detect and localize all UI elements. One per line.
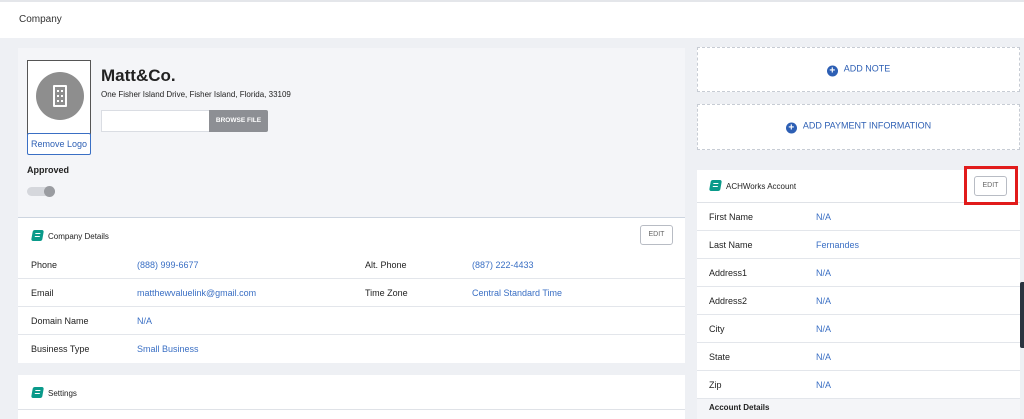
approved-label: Approved [27, 165, 70, 175]
ach-row: Address2 N/A [697, 287, 1020, 315]
ach-label: City [709, 324, 725, 334]
logo-file-input[interactable] [101, 110, 210, 132]
ach-row: City N/A [697, 315, 1020, 343]
ach-row: Last Name Fernandes [697, 231, 1020, 259]
settings-title: Settings [48, 389, 77, 398]
detail-label: Email [31, 288, 54, 298]
ach-row: First Name N/A [697, 203, 1020, 231]
ach-row: Address1 N/A [697, 259, 1020, 287]
browse-file-button[interactable]: BROWSE FILE [209, 110, 268, 132]
add-note-label: ADD NOTE [843, 63, 891, 73]
ach-label: Address1 [709, 268, 748, 278]
detail-label: Time Zone [365, 288, 408, 298]
ach-value: N/A [816, 380, 832, 390]
ach-value: Fernandes [816, 240, 860, 250]
detail-value[interactable]: (887) 222-4433 [472, 260, 534, 270]
company-address: One Fisher Island Drive, Fisher Island, … [101, 90, 291, 99]
plus-circle-icon: + [826, 65, 838, 76]
divider [18, 409, 685, 410]
ach-value: N/A [816, 212, 832, 222]
ach-row: State N/A [697, 343, 1020, 371]
account-details-header: Account Details [697, 399, 1020, 419]
ach-label: Address2 [709, 296, 748, 306]
book-icon [709, 180, 722, 191]
detail-row: Business Type Small Business [18, 335, 685, 363]
achworks-title: ACHWorks Account [726, 182, 797, 191]
ach-value: N/A [816, 268, 832, 278]
add-payment-button[interactable]: + ADD PAYMENT INFORMATION [697, 104, 1020, 150]
detail-label: Business Type [31, 344, 90, 354]
detail-value: N/A [137, 316, 153, 326]
company-details-edit-button[interactable]: EDIT [640, 225, 673, 245]
add-note-button[interactable]: + ADD NOTE [697, 47, 1020, 92]
ach-value: N/A [816, 352, 832, 362]
ach-label: Last Name [709, 240, 753, 250]
settings-card: Settings [18, 375, 685, 419]
company-details-title: Company Details [48, 232, 109, 241]
achworks-card: ACHWorks Account EDIT First Name N/A Las… [697, 170, 1020, 419]
detail-row: Domain Name N/A [18, 307, 685, 335]
ach-label: Zip [709, 380, 722, 390]
ach-value: N/A [816, 324, 832, 334]
breadcrumb[interactable]: Company [19, 14, 62, 25]
detail-value[interactable]: (888) 999-6677 [137, 260, 199, 270]
detail-row: Phone (888) 999-6677 Alt. Phone (887) 22… [18, 251, 685, 279]
ach-row: Zip N/A [697, 371, 1020, 399]
company-card: Matt&Co. One Fisher Island Drive, Fisher… [18, 48, 685, 363]
company-logo [27, 60, 91, 139]
edit-highlight-box [964, 166, 1018, 205]
book-icon [31, 230, 44, 241]
ach-label: First Name [709, 212, 754, 222]
ach-value: N/A [816, 296, 832, 306]
account-details-label: Account Details [709, 403, 770, 412]
plus-circle-icon: + [785, 122, 797, 134]
detail-value: Small Business [137, 344, 199, 354]
detail-label: Alt. Phone [365, 260, 407, 270]
top-bar: Company [0, 0, 1024, 38]
book-icon [31, 387, 44, 398]
ach-label: State [709, 352, 731, 362]
detail-label: Domain Name [31, 316, 89, 326]
detail-label: Phone [31, 260, 58, 270]
detail-value[interactable]: Central Standard Time [472, 288, 562, 298]
add-payment-label: ADD PAYMENT INFORMATION [802, 120, 932, 131]
detail-value[interactable]: matthewvaluelink@gmail.com [137, 288, 256, 298]
approved-toggle[interactable] [27, 186, 55, 197]
scrollbar-thumb[interactable] [1020, 282, 1024, 348]
remove-logo-button[interactable]: Remove Logo [27, 133, 91, 155]
detail-row: Email matthewvaluelink@gmail.com Time Zo… [18, 279, 685, 307]
company-details-header: Company Details EDIT [18, 217, 685, 253]
building-icon [36, 72, 84, 120]
company-name: Matt&Co. [101, 66, 176, 85]
